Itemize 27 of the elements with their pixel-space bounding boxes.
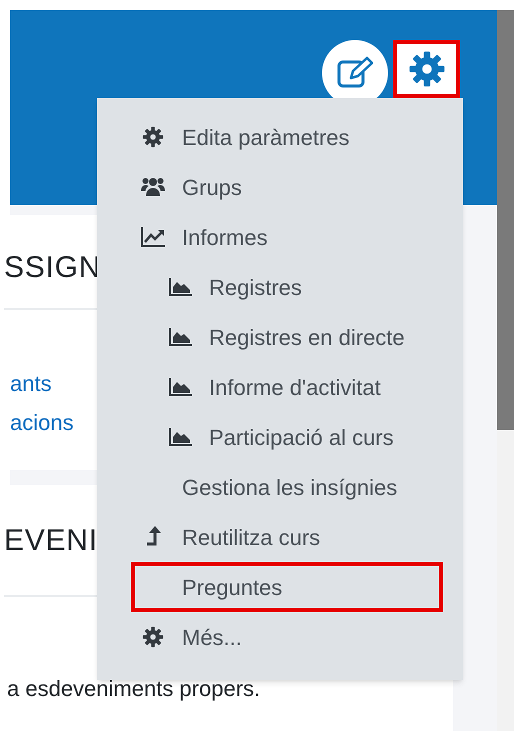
area-chart-icon [168, 277, 192, 297]
scrollbar-thumb[interactable] [497, 10, 514, 430]
area-chart-icon [168, 377, 192, 397]
menu-item[interactable]: Informes [131, 212, 443, 262]
menu-item[interactable]: Registres [131, 262, 443, 312]
block-heading: EVENI [4, 523, 98, 559]
settings-button[interactable] [393, 40, 460, 98]
menu-item[interactable]: Edita paràmetres [131, 112, 443, 162]
gear-icon [142, 126, 164, 148]
menu-item[interactable]: Registres en directe [131, 312, 443, 362]
menu-item[interactable]: Participació al curs [131, 412, 443, 462]
menu-item[interactable]: Reutilitza curs [131, 512, 443, 562]
users-icon [141, 176, 165, 198]
area-chart-icon [168, 327, 192, 347]
line-chart-icon [140, 226, 166, 248]
block-heading: SSIGN [4, 250, 102, 286]
menu-item[interactable]: Gestiona les insígnies [131, 462, 443, 512]
menu-item[interactable]: Informe d'activitat [131, 362, 443, 412]
edit-icon [337, 56, 373, 90]
menu-item[interactable]: Preguntes [131, 562, 443, 612]
block-text: a esdeveniments propers. [7, 676, 260, 701]
gear-icon [142, 626, 164, 648]
area-chart-icon [168, 427, 192, 447]
menu-item[interactable]: Grups [131, 162, 443, 212]
arrow-up-icon [145, 526, 161, 548]
gear-icon [408, 50, 446, 88]
menu-item[interactable]: Més... [131, 612, 443, 662]
